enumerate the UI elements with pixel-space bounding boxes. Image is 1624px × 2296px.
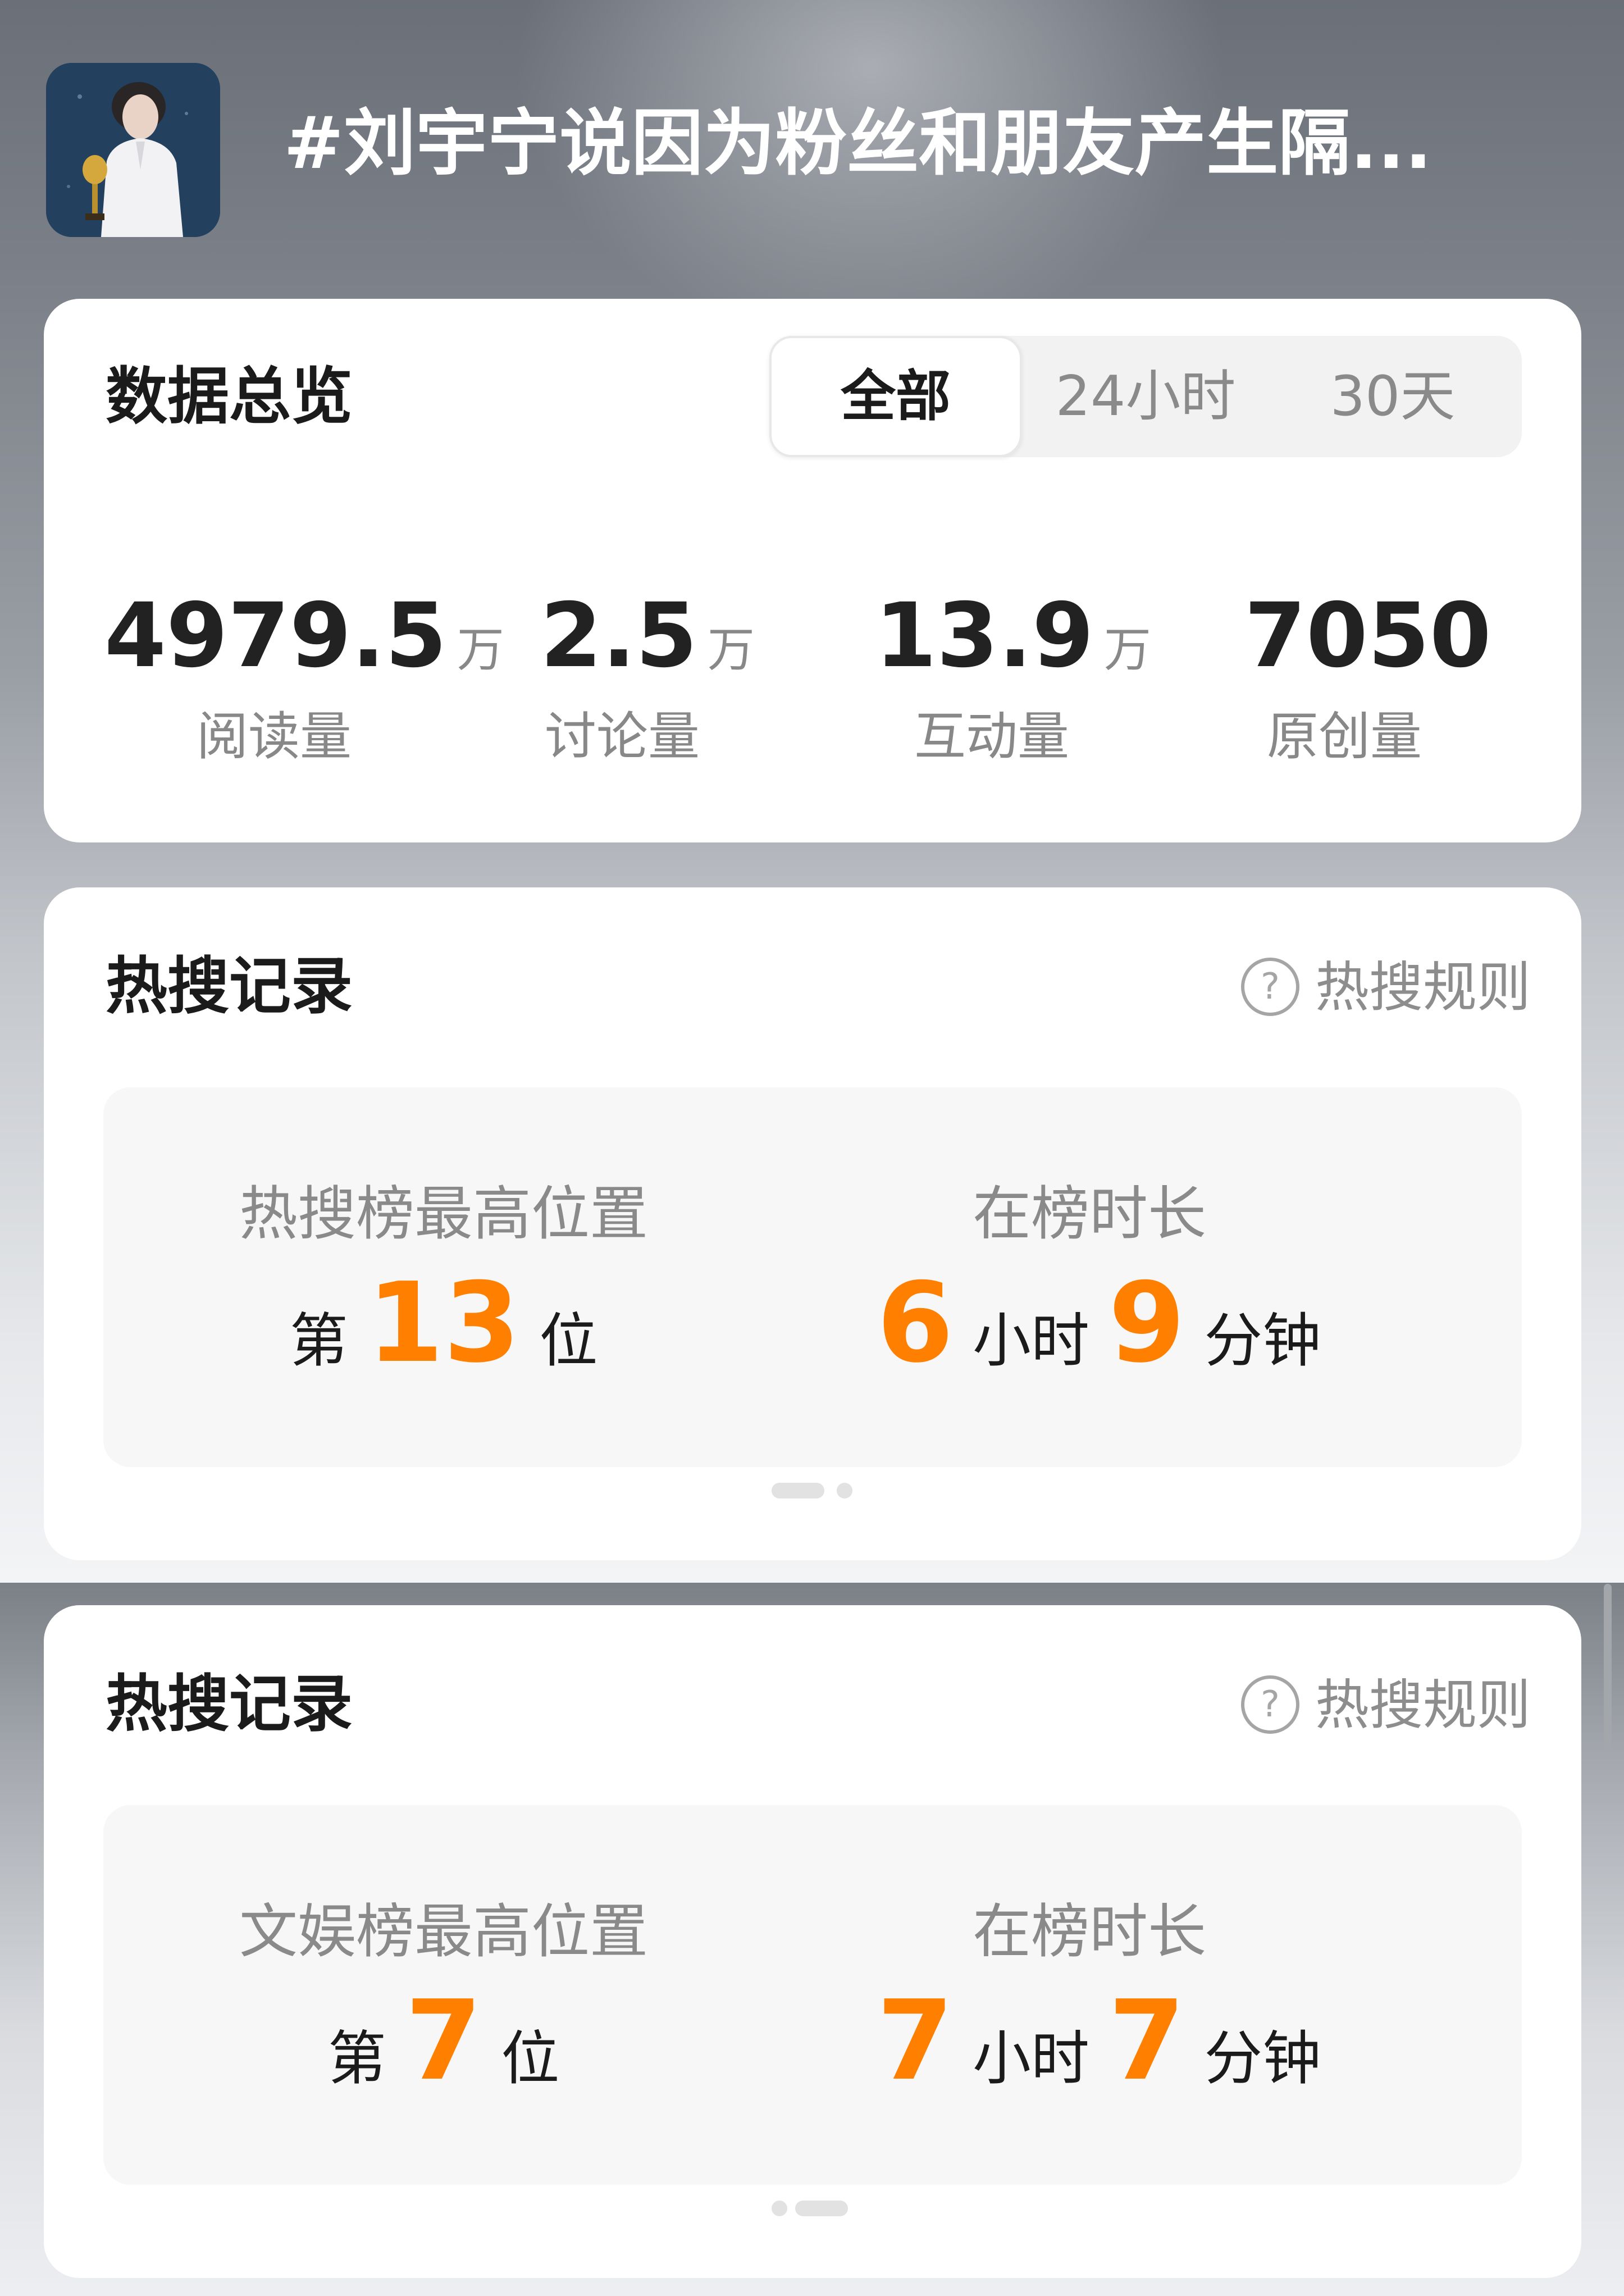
hot-search-rules-link[interactable]: ? 热搜规则 — [1241, 1671, 1531, 1739]
hot-search-rules-label: 热搜规则 — [1315, 956, 1531, 1019]
stat-originals-value: 7050 — [1244, 584, 1491, 687]
page-indicator — [44, 2201, 1581, 2217]
stat-interactions: 13.9 万 互动量 — [875, 584, 1151, 771]
duration-label: 在榜时长 — [972, 1179, 1206, 1248]
stat-discussions-unit: 万 — [707, 622, 755, 677]
topic-title: #刘宇宁说因为粉丝和朋友产生隔... — [284, 102, 1433, 185]
stat-originals: 7050 原创量 — [1244, 585, 1491, 771]
tab-24-hours[interactable]: 24小时 — [1022, 336, 1269, 457]
page-indicator-dot — [837, 1483, 852, 1498]
rank-prefix: 第 — [327, 2024, 386, 2093]
duration-hours: 6 — [877, 1259, 954, 1387]
overview-card: 数据总览 全部 24小时 30天 4979.5 万 阅读量 2.5 万 讨论量 13… — [44, 299, 1581, 842]
stat-originals-label: 原创量 — [1267, 707, 1422, 767]
duration-value-row: 6 小时 9 分钟 — [781, 1267, 1398, 1414]
duration-hours-unit: 小时 — [972, 1306, 1089, 1375]
duration-minutes: 9 — [1108, 1259, 1185, 1387]
avatar-image — [46, 63, 220, 237]
overview-title: 数据总览 — [106, 361, 353, 432]
hot-search-rules-link[interactable]: ? 热搜规则 — [1241, 954, 1531, 1021]
stat-reads-unit: 万 — [457, 622, 504, 677]
hot-search-title: 热搜记录 — [106, 950, 353, 1022]
rank-value-row: 第7位 — [135, 1985, 752, 2132]
duration-minutes-unit: 分钟 — [1204, 1306, 1321, 1375]
duration-hours: 7 — [877, 1977, 954, 2105]
stat-interactions-unit: 万 — [1103, 622, 1151, 677]
rank-prefix: 第 — [289, 1306, 348, 1375]
time-range-segmented-control: 全部 24小时 30天 — [769, 336, 1522, 457]
hot-search-stats-panel: 文娱榜最高位置 第7位 在榜时长 7 小时 7 分钟 — [103, 1805, 1522, 2185]
duration-minutes: 7 — [1108, 1977, 1185, 2105]
question-circle-icon: ? — [1241, 957, 1299, 1016]
rank-label: 热搜榜最高位置 — [239, 1179, 648, 1248]
rank-suffix: 位 — [501, 2024, 560, 2093]
page-indicator-active — [772, 1483, 824, 1498]
tab-all[interactable]: 全部 — [769, 336, 1022, 457]
rank-value-row: 第 13 位 — [135, 1267, 752, 1414]
page-indicator-active — [795, 2201, 848, 2216]
rank-value: 13 — [367, 1259, 521, 1387]
stat-reads-value: 4979.5 — [104, 584, 447, 687]
stat-reads-label: 阅读量 — [197, 707, 352, 767]
page-indicator — [44, 1483, 1581, 1500]
rank-label: 文娱榜最高位置 — [239, 1897, 648, 1966]
stat-discussions: 2.5 万 讨论量 — [540, 585, 765, 771]
stat-interactions-label: 互动量 — [914, 707, 1070, 767]
hot-search-stats-panel: 热搜榜最高位置 第 13 位 在榜时长 6 小时 9 分钟 — [103, 1087, 1522, 1467]
hot-search-card: 热搜记录 ? 热搜规则 热搜榜最高位置 第 13 位 在榜时长 6 小时 9 分钟 — [44, 887, 1581, 1560]
topic-header: #刘宇宁说因为粉丝和朋友产生隔... — [0, 0, 1624, 292]
stat-discussions-value: 2.5 — [540, 584, 697, 687]
stat-discussions-label: 讨论量 — [545, 707, 700, 767]
hot-search-card: 热搜记录 ? 热搜规则 文娱榜最高位置 第7位 在榜时长 7 小时 7 分钟 — [44, 1605, 1581, 2278]
stat-interactions-value: 13.9 — [875, 584, 1094, 687]
stat-reads: 4979.5 万 阅读量 — [104, 584, 504, 771]
duration-value-row: 7 小时 7 分钟 — [781, 1985, 1398, 2132]
topic-avatar[interactable] — [46, 63, 220, 237]
duration-hours-unit: 小时 — [972, 2024, 1089, 2093]
tab-30-days[interactable]: 30天 — [1269, 336, 1516, 457]
hot-search-title: 热搜记录 — [106, 1668, 353, 1740]
rank-value: 7 — [405, 1977, 482, 2105]
scrollbar[interactable] — [1604, 1584, 1612, 1750]
page-indicator-dot — [772, 2201, 787, 2216]
rank-suffix: 位 — [539, 1306, 598, 1375]
duration-label: 在榜时长 — [972, 1897, 1206, 1966]
question-circle-icon: ? — [1241, 1675, 1299, 1734]
hot-search-rules-label: 热搜规则 — [1315, 1674, 1531, 1737]
duration-minutes-unit: 分钟 — [1204, 2024, 1321, 2093]
